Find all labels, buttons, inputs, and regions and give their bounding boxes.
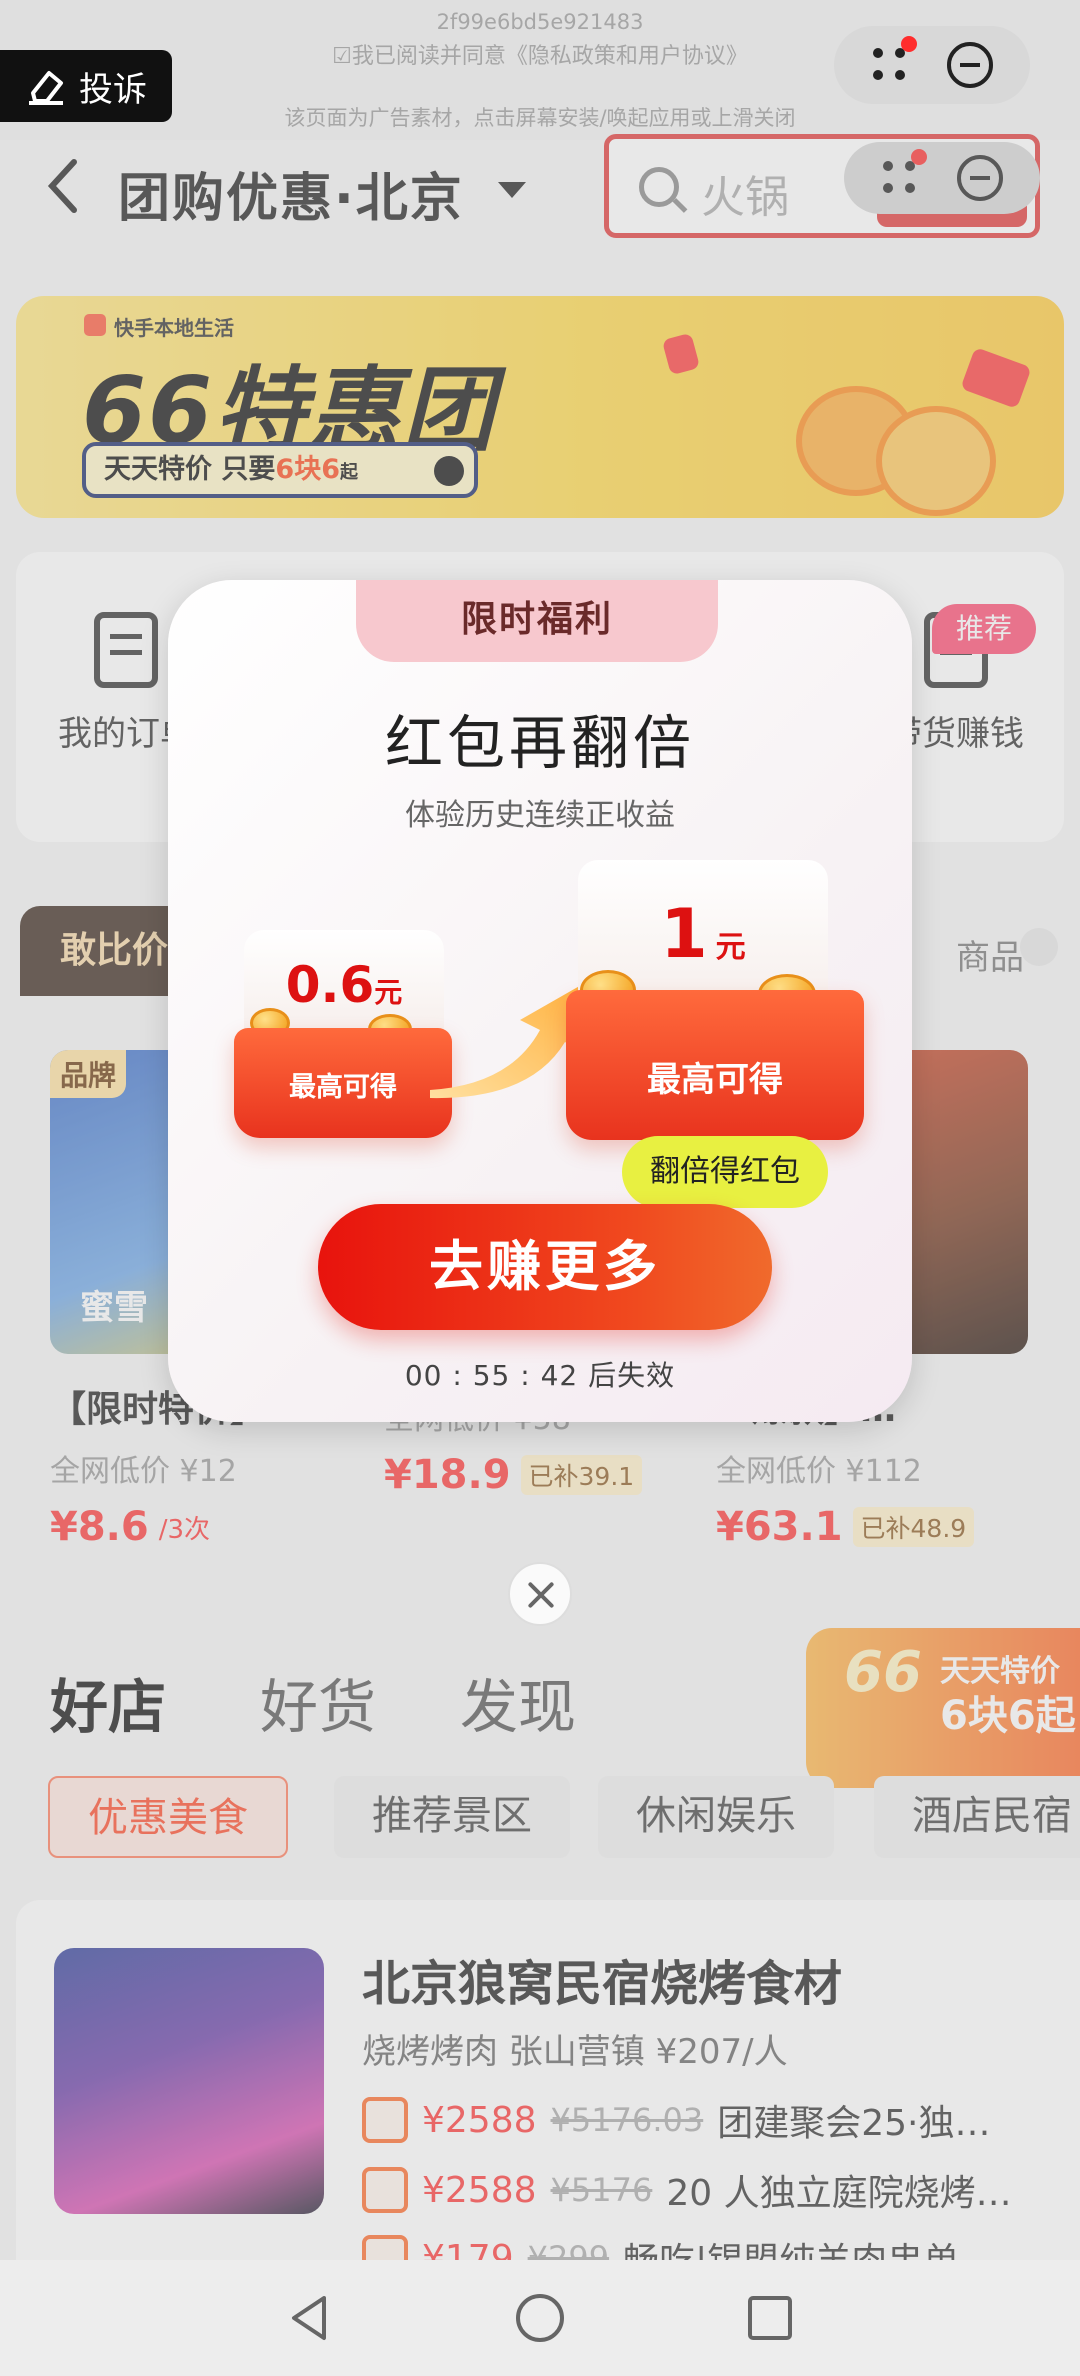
notification-dot [901,36,917,52]
minimize-icon[interactable] [947,42,993,88]
right-label: 最高可得 [566,990,864,1140]
eraser-icon [29,71,63,105]
nav-home-icon[interactable] [514,2292,566,2344]
left-unit: 元 [374,976,403,1009]
right-amount: 1 [660,895,708,974]
earn-more-button[interactable]: 去赚更多 [318,1204,772,1330]
countdown-timer: 00 : 55 : 42 后失效 [404,1359,676,1392]
close-icon[interactable] [508,1562,572,1626]
complain-label: 投诉 [79,69,147,110]
double-tip-bubble: 翻倍得红包 [622,1136,828,1222]
miniapp-capsule[interactable] [834,26,1030,104]
complain-button[interactable]: 投诉 [0,50,172,122]
nav-recent-icon[interactable] [744,2292,796,2344]
reward-modal: 限时福利 红包再翻倍 体验历史连续正收益 0.6元 最高可得 1元 最高可得 翻… [168,580,912,1422]
nav-back-icon[interactable] [284,2292,336,2344]
system-navigation-bar [0,2260,1080,2376]
modal-ribbon: 限时福利 [356,580,718,662]
more-dots-icon[interactable] [871,36,917,84]
left-amount: 0.6 [285,956,375,1014]
modal-subtitle: 体验历史连续正收益 [405,798,675,833]
right-unit: 元 [715,930,746,965]
modal-title: 红包再翻倍 [384,709,695,777]
